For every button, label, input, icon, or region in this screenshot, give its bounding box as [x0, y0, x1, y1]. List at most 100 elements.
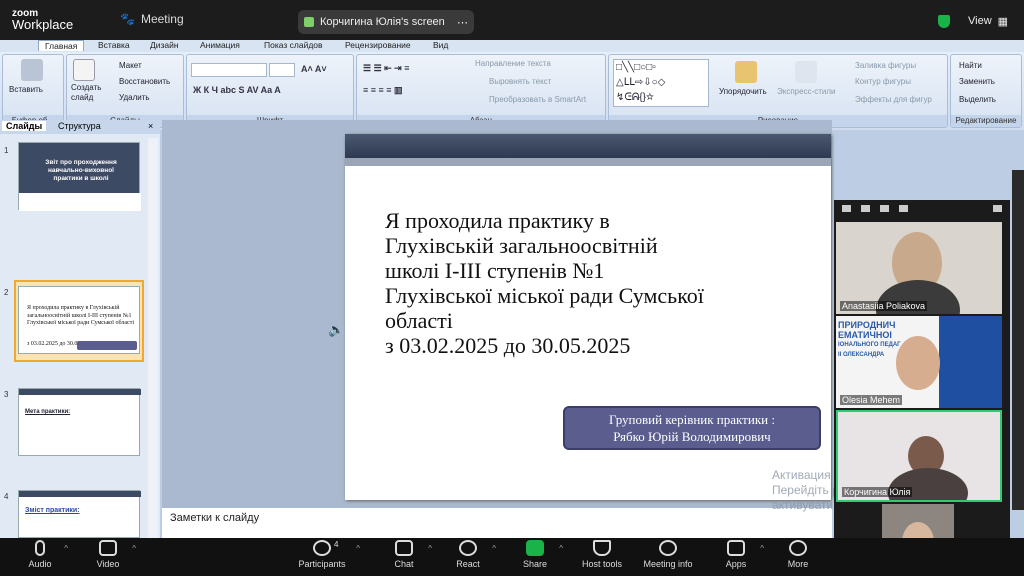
- smartart-button[interactable]: Преобразовать в SmartArt: [489, 95, 586, 104]
- chevron-up-icon[interactable]: ^: [64, 544, 68, 553]
- tab-animation[interactable]: Анимация: [200, 40, 240, 50]
- quick-styles-icon[interactable]: [795, 61, 817, 83]
- select-button[interactable]: Выделить: [959, 95, 996, 104]
- align-buttons[interactable]: ≡ ≡ ≡ ≡ ▥: [363, 85, 403, 96]
- heart-icon: [459, 540, 477, 556]
- meeting-info-button[interactable]: Meeting info: [638, 540, 698, 569]
- screen-share-pill[interactable]: Корчигина Юлія's screen ⋯: [298, 10, 474, 34]
- chevron-up-icon[interactable]: ^: [559, 544, 563, 553]
- delete-button[interactable]: Удалить: [119, 93, 150, 102]
- participant-name: Olesia Mehem: [840, 395, 903, 405]
- more-icon: [789, 540, 807, 556]
- slide-line: Я проходила практику в: [385, 208, 610, 233]
- layout-button[interactable]: Макет: [119, 61, 142, 70]
- notes-pane[interactable]: Заметки к слайду: [162, 508, 832, 538]
- exit-fullscreen-icon[interactable]: [993, 205, 1002, 212]
- slide-thumbnail-1[interactable]: Звіт про проходження навчально-виховної …: [18, 142, 141, 211]
- right-scrollbar[interactable]: [1012, 170, 1024, 510]
- chat-label: Chat: [394, 559, 414, 569]
- new-slide-label[interactable]: Создать слайд: [71, 83, 107, 103]
- shape-effects-button[interactable]: Эффекты для фигур: [855, 95, 932, 104]
- minimize-icon[interactable]: [842, 205, 851, 212]
- align-text-button[interactable]: Выровнять текст: [489, 77, 551, 86]
- tab-view[interactable]: Вид: [433, 40, 448, 50]
- participant-tile-active[interactable]: Корчигина Юлія: [836, 410, 1002, 502]
- share-button[interactable]: Share ^: [505, 540, 565, 569]
- thumb-leader-box: [77, 341, 137, 350]
- camera-icon: [99, 540, 117, 556]
- participants-count: 4: [334, 540, 339, 549]
- slide-header-bar: [345, 134, 831, 158]
- slide-body-text[interactable]: Я проходила практику в Глухівській загал…: [385, 208, 825, 358]
- close-pane-icon[interactable]: ×: [148, 121, 153, 131]
- font-size-field[interactable]: [269, 63, 295, 77]
- strip-view-icon[interactable]: [880, 205, 889, 212]
- text-direction-button[interactable]: Направление текста: [475, 59, 551, 68]
- shapes-gallery[interactable]: □╲╲□○□▫ △ᒪᒪ⇨⇩○◇ ↯ᕮᕱ{}☆: [613, 59, 709, 107]
- video-button[interactable]: Video ^: [78, 540, 138, 569]
- slide-thumbnail-4[interactable]: Зміст практики:: [18, 490, 141, 538]
- slide-thumbnail-2[interactable]: Я проходила практику в Глухівській загал…: [18, 286, 140, 354]
- font-name-field[interactable]: [191, 63, 267, 77]
- format-buttons[interactable]: Ж К Ч abc S AV Aa A: [193, 85, 281, 95]
- slide-thumbnail-3[interactable]: Мета практики:: [18, 388, 141, 456]
- meeting-menu[interactable]: 🐾 Meeting: [120, 12, 184, 26]
- react-button[interactable]: React ^: [438, 540, 498, 569]
- current-slide[interactable]: Я проходила практику в Глухівській загал…: [345, 134, 831, 500]
- participants-icon: [313, 540, 331, 556]
- arrange-label[interactable]: Упорядочить: [719, 87, 767, 96]
- pane-scrollbar[interactable]: [148, 138, 158, 538]
- tab-slides[interactable]: Слайды: [2, 121, 47, 131]
- replace-button[interactable]: Заменить: [959, 77, 995, 86]
- thumb-title: Мета практики:: [25, 409, 71, 415]
- participants-label: Participants: [298, 559, 346, 569]
- apps-button[interactable]: Apps ^: [706, 540, 766, 569]
- leader-box[interactable]: Груповий керівник практики : Рябко Юрій …: [563, 406, 821, 450]
- paste-label[interactable]: Вставить: [9, 85, 43, 94]
- audio-button[interactable]: Audio ^: [10, 540, 70, 569]
- chevron-up-icon[interactable]: ^: [132, 544, 136, 553]
- new-slide-icon[interactable]: [73, 59, 95, 81]
- thumb-number: 4: [4, 492, 9, 501]
- grow-font-icon[interactable]: A˄ A˅: [301, 64, 327, 74]
- speaker-view-icon[interactable]: [861, 205, 870, 212]
- tab-slideshow[interactable]: Показ слайдов: [264, 40, 323, 50]
- shape-outline-button[interactable]: Контур фигуры: [855, 77, 911, 86]
- share-screen-icon: [304, 17, 314, 27]
- chevron-up-icon[interactable]: ^: [760, 544, 764, 553]
- grid-view-icon[interactable]: [899, 205, 908, 212]
- participant-tile[interactable]: ПРИРОДНИЧ ЕМАТИЧНОІ ІОНАЛЬНОГО ПЕДАГ ІІ …: [836, 316, 1002, 408]
- tab-home[interactable]: Главная: [38, 40, 85, 51]
- quick-styles-label[interactable]: Экспресс-стили: [777, 87, 836, 96]
- thumb-title: Зміст практики:: [25, 507, 80, 514]
- list-buttons[interactable]: ☰ ☰ ⇤ ⇥ ≡: [363, 63, 409, 74]
- arrange-icon[interactable]: [735, 61, 757, 83]
- background-text: ПРИРОДНИЧ ЕМАТИЧНОІ ІОНАЛЬНОГО ПЕДАГ ІІ …: [838, 320, 901, 360]
- more-options-icon[interactable]: ⋯: [457, 16, 468, 29]
- reset-button[interactable]: Восстановить: [119, 77, 170, 86]
- chevron-up-icon[interactable]: ^: [428, 544, 432, 553]
- speaker-icon[interactable]: 🔈: [328, 322, 344, 338]
- find-button[interactable]: Найти: [959, 61, 982, 70]
- chevron-up-icon[interactable]: ^: [492, 544, 496, 553]
- zoom-logo: zoom Workplace: [12, 8, 73, 31]
- tab-outline[interactable]: Структура: [58, 121, 101, 131]
- chevron-up-icon[interactable]: ^: [356, 544, 360, 553]
- host-tools-button[interactable]: Host tools: [572, 540, 632, 569]
- thumb-title: Звіт про проходження навчально-виховної …: [45, 159, 117, 182]
- tab-review[interactable]: Рецензирование: [345, 40, 411, 50]
- paste-icon[interactable]: [21, 59, 43, 81]
- chat-button[interactable]: Chat ^: [374, 540, 434, 569]
- more-button[interactable]: More: [768, 540, 828, 569]
- tab-insert[interactable]: Вставка: [98, 40, 130, 50]
- slide-editor: 🔈 Я проходила практику в Глухівській заг…: [162, 120, 832, 538]
- video-label: Video: [96, 559, 120, 569]
- zoom-top-bar: zoom Workplace 🐾 Meeting Корчигина Юлія'…: [0, 0, 1024, 40]
- tab-design[interactable]: Дизайн: [150, 40, 179, 50]
- participant-tile[interactable]: Anastasiia Poliakova: [836, 222, 1002, 314]
- shield-icon: [938, 14, 950, 28]
- view-button[interactable]: View ▦: [938, 10, 1014, 32]
- shape-fill-button[interactable]: Заливка фигуры: [855, 61, 916, 70]
- participants-button[interactable]: Participants 4 ^: [292, 540, 360, 569]
- apps-icon: [727, 540, 745, 556]
